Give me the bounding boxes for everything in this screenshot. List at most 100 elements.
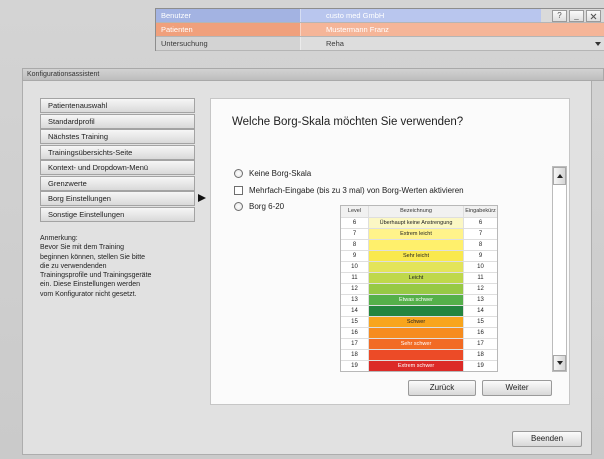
borg-label: Extrem leicht	[369, 229, 464, 239]
borg-label	[369, 328, 464, 338]
examination-row: Untersuchung Reha	[156, 37, 604, 51]
nav-item-label: Trainingsübersichts-Seite	[48, 147, 133, 157]
chevron-down-icon[interactable]	[595, 42, 601, 46]
radio-no-borg[interactable]	[234, 169, 243, 178]
borg-row: 7 Extrem leicht 7	[341, 228, 497, 239]
radio-borg-6-20[interactable]	[234, 202, 243, 211]
nav-item-patient-selection[interactable]: Patientenauswahl	[40, 98, 195, 113]
borg-code: 9	[478, 253, 483, 259]
option-label: Keine Borg-Skala	[249, 169, 312, 178]
borg-code: 10	[477, 264, 484, 270]
borg-row: 6 Überhaupt keine Anstrengung 6	[341, 217, 497, 228]
borg-label	[369, 284, 464, 294]
patient-row: Patienten Mustermann Franz	[156, 23, 604, 37]
borg-label: Leicht	[369, 273, 464, 283]
note-heading: Anmerkung:	[40, 235, 78, 242]
column-header-code: Eingabekürz	[465, 208, 496, 214]
up-arrow-icon	[556, 174, 563, 178]
borg-label: Extrem schwer	[369, 361, 464, 371]
borg-level: 16	[341, 328, 369, 338]
borg-label: Sehr schwer	[369, 339, 464, 349]
down-arrow-icon	[556, 361, 563, 365]
help-button[interactable]: ?	[552, 10, 567, 22]
nav-item-standard-profile[interactable]: Standardprofil	[40, 113, 195, 129]
minimize-button[interactable]: _	[569, 10, 584, 22]
borg-code: 6	[478, 220, 483, 226]
borg-level: 11	[341, 273, 369, 283]
borg-level: 17	[341, 339, 369, 349]
borg-label	[369, 262, 464, 272]
note-line: ein. Diese Einstellungen werden	[40, 281, 141, 289]
nav-item-label: Nächstes Training	[48, 132, 109, 141]
borg-row: 11 Leicht 11	[341, 272, 497, 283]
patient-value[interactable]: Mustermann Franz	[301, 23, 541, 36]
option-borg-6-20[interactable]: Borg 6-20	[234, 201, 284, 212]
borg-scale-table: Level Bezeichnung Eingabekürz 6 Überhaup…	[340, 205, 498, 372]
examination-label: Untersuchung	[156, 37, 301, 50]
option-label: Borg 6-20	[249, 202, 285, 211]
borg-code: 14	[477, 308, 484, 314]
borg-row: 18 18	[341, 349, 497, 360]
borg-level: 8	[341, 240, 369, 250]
borg-row: 17 Sehr schwer 17	[341, 338, 497, 349]
borg-code: 13	[477, 297, 484, 303]
nav-item-label: Borg Einstellungen	[48, 194, 111, 203]
nav-item-other-settings[interactable]: Sonstige Einstellungen	[40, 206, 195, 222]
option-no-borg[interactable]: Keine Borg-Skala	[234, 168, 311, 179]
close-button[interactable]	[586, 10, 601, 22]
note-line: die zu verwendenden	[40, 262, 107, 270]
nav-item-label: Patientenauswahl	[48, 101, 108, 110]
note-line: Trainingsprofile und Trainingsgeräte	[40, 272, 152, 280]
borg-row: 13 Etwas schwer 13	[341, 294, 497, 305]
next-button[interactable]: Weiter	[482, 380, 552, 396]
borg-level: 10	[341, 262, 369, 272]
patient-label: Patienten	[156, 23, 301, 36]
page-scrollbar[interactable]	[552, 166, 567, 372]
borg-level: 6	[341, 218, 369, 228]
borg-code: 19	[477, 363, 484, 369]
nav-item-label: Kontext- und Dropdown-Menü	[48, 163, 149, 172]
scroll-down-button[interactable]	[553, 355, 566, 371]
borg-level: 19	[341, 361, 369, 371]
borg-label	[369, 240, 464, 250]
borg-row: 15 Schwer 15	[341, 316, 497, 327]
borg-level: 9	[341, 251, 369, 261]
nav-item-context-menu[interactable]: Kontext- und Dropdown-Menü	[40, 160, 195, 175]
checkbox-multiple-entry[interactable]	[234, 186, 243, 195]
close-icon	[590, 13, 597, 20]
nav-item-label: Standardprofil	[48, 116, 95, 126]
option-label: Mehrfach-Eingabe (bis zu 3 mal) von Borg…	[249, 186, 464, 195]
back-button[interactable]: Zurück	[408, 380, 476, 396]
borg-code: 15	[477, 319, 484, 325]
note-line: beginnen können, stellen Sie bitte	[40, 253, 146, 261]
option-multiple-entry[interactable]: Mehrfach-Eingabe (bis zu 3 mal) von Borg…	[234, 185, 464, 196]
note-line: Bevor Sie mit dem Training	[40, 244, 125, 252]
borg-code: 7	[478, 231, 483, 237]
nav-item-next-training[interactable]: Nächstes Training	[40, 129, 195, 144]
window-controls: ? _	[541, 9, 604, 22]
examination-value[interactable]: Reha	[301, 37, 541, 50]
borg-code: 8	[478, 242, 483, 248]
borg-level: 14	[341, 306, 369, 316]
user-row: Benutzer custo med GmbH ? _	[156, 9, 604, 23]
scroll-up-button[interactable]	[553, 167, 566, 185]
nav-item-training-overview[interactable]: Trainingsübersichts-Seite	[40, 144, 195, 160]
nav-item-label: Grenzwerte	[48, 178, 87, 188]
quit-button[interactable]: Beenden	[512, 431, 582, 447]
borg-level: 18	[341, 350, 369, 360]
wizard-note: Anmerkung: Bevor Sie mit dem Training be…	[40, 234, 192, 299]
nav-item-borg-settings[interactable]: Borg Einstellungen	[40, 191, 206, 206]
borg-table-header: Level Bezeichnung Eingabekürz	[341, 206, 497, 217]
nav-item-limits[interactable]: Grenzwerte	[40, 175, 195, 191]
column-header-label: Bezeichnung	[369, 206, 464, 217]
borg-row: 8 8	[341, 239, 497, 250]
borg-row: 9 Sehr leicht 9	[341, 250, 497, 261]
borg-label: Sehr leicht	[369, 251, 464, 261]
user-value[interactable]: custo med GmbH	[301, 9, 541, 22]
borg-level: 15	[341, 317, 369, 327]
borg-row: 14 14	[341, 305, 497, 316]
examination-dropdown[interactable]	[541, 37, 604, 50]
borg-row: 16 16	[341, 327, 497, 338]
nav-item-label: Sonstige Einstellungen	[48, 209, 125, 219]
borg-label	[369, 350, 464, 360]
